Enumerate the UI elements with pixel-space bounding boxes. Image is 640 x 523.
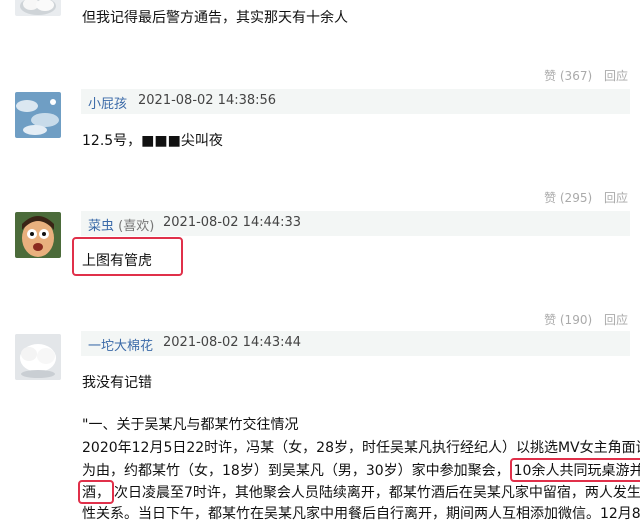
- comment-meta-bar: 菜虫 (喜欢) 2021-08-02 14:44:33: [81, 211, 630, 236]
- quote-line: "一、关于吴某凡与都某竹交往情况: [82, 417, 299, 433]
- quote-line: 酒， 次日凌晨至7时许，其他聚会人员陆续离开，都某竹酒后在吴某凡家中留宿，两人发生: [78, 480, 640, 504]
- comment-text: 但我记得最后警方通告，其实那天有十余人: [82, 10, 348, 26]
- quote-line: 为由，约都某竹（女，18岁）到吴某凡（男，30岁）家中参加聚会， 10余人共同玩桌…: [82, 458, 640, 482]
- quote-segment: 次日凌晨至7时许，其他聚会人员陆续离开，都某竹酒后在吴某凡家中留宿，两人发生: [114, 485, 640, 501]
- avatar[interactable]: [15, 0, 61, 16]
- comment-actions: 赞 (295) 回应: [536, 189, 628, 206]
- timestamp: 2021-08-02 14:38:56: [138, 93, 277, 108]
- comment-text: 上图有管虎: [82, 253, 152, 269]
- comment-actions: 赞 (367) 回应: [536, 67, 628, 84]
- comment-text: 我没有记错: [82, 375, 152, 391]
- avatar[interactable]: [15, 92, 61, 138]
- username-extra: (喜欢): [118, 219, 155, 234]
- face-avatar-image: [15, 212, 61, 258]
- like-button[interactable]: 赞 (367): [544, 69, 592, 83]
- like-button[interactable]: 赞 (190): [544, 313, 592, 327]
- cotton-avatar-image: [15, 334, 61, 380]
- quote-highlighted-segment: 酒，: [78, 480, 114, 504]
- comment-text: 12.5号，■■■尖叫夜: [82, 133, 223, 149]
- sky-avatar-image: [15, 92, 61, 138]
- reply-button[interactable]: 回应: [604, 191, 628, 205]
- comment-actions: 赞 (190) 回应: [536, 311, 628, 328]
- reply-button[interactable]: 回应: [604, 69, 628, 83]
- timestamp: 2021-08-02 14:44:33: [163, 215, 302, 230]
- quote-line: 性关系。当日下午，都某竹在吴某凡家中用餐后自行离开，期间两人互相添加微信。12月…: [82, 506, 640, 522]
- quote-highlighted-segment: 10余人共同玩桌游并饮: [509, 458, 640, 482]
- comment-meta-bar: 小屁孩 2021-08-02 14:38:56: [81, 89, 630, 114]
- comment-meta-bar: 一坨大棉花 2021-08-02 14:43:44: [81, 331, 630, 356]
- avatar[interactable]: [15, 212, 61, 258]
- avatar[interactable]: [15, 334, 61, 380]
- cotton-avatar-image: [20, 0, 56, 15]
- username-link[interactable]: 菜虫 (喜欢): [88, 215, 154, 234]
- reply-button[interactable]: 回应: [604, 313, 628, 327]
- username-name: 菜虫: [88, 219, 115, 234]
- quote-segment: 为由，约都某竹（女，18岁）到吴某凡（男，30岁）家中参加聚会，: [82, 463, 510, 479]
- like-button[interactable]: 赞 (295): [544, 191, 592, 205]
- username-link[interactable]: 小屁孩: [88, 93, 127, 112]
- timestamp: 2021-08-02 14:43:44: [163, 335, 302, 350]
- username-link[interactable]: 一坨大棉花: [88, 335, 153, 354]
- quote-line: 2020年12月5日22时许，冯某（女，28岁，时任吴某凡执行经纪人）以挑选MV…: [82, 440, 640, 456]
